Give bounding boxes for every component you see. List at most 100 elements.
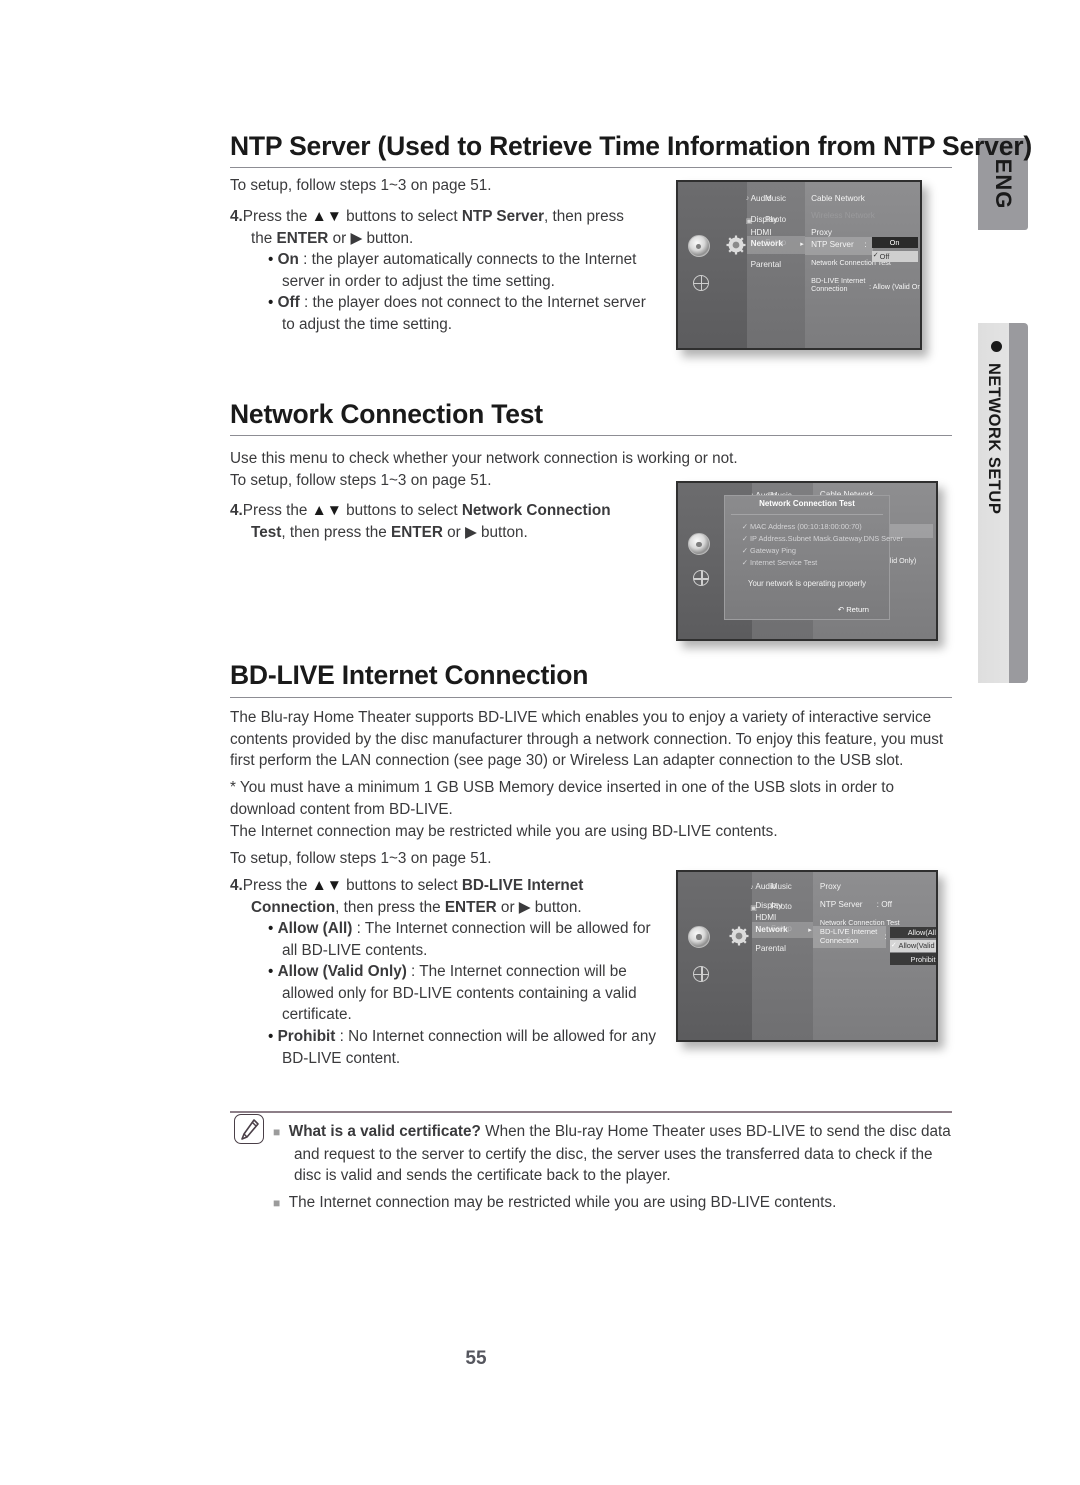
bdlive-bullet-allow-all-label: Allow (All) <box>277 920 353 937</box>
ntp-bullet-on-text: : the player automatically connects to t… <box>282 251 637 290</box>
bdlive-step-number: 4. <box>230 877 243 894</box>
bdlive-paragraph-2: * You must have a minimum 1 GB USB Memor… <box>230 779 895 818</box>
note-item-restricted: ■ The Internet connection may be restric… <box>273 1192 953 1215</box>
note-separator <box>230 1111 952 1113</box>
gear-icon <box>724 233 748 257</box>
manual-page: ENG NETWORK SETUP NTP Server (Used to Re… <box>0 0 1080 1485</box>
tv3-dropdown-option-prohibit[interactable]: Prohibit <box>889 953 936 966</box>
chevron-right-icon: ▸ <box>808 926 812 934</box>
bdlive-bullet-prohibit: • Prohibit : No Internet connection will… <box>268 1028 656 1067</box>
nct-step-4: 4.Press the ▲▼ buttons to select Network… <box>230 500 648 543</box>
tv3-dropdown-option-allow-all[interactable]: Allow(All) <box>889 926 936 939</box>
section-tab-network-setup: NETWORK SETUP <box>978 323 1028 683</box>
tv3-mid-parental: Parental <box>755 944 786 954</box>
ntp-step-text-b: buttons to select <box>341 208 462 225</box>
tv1-mid-parental: Parental <box>750 260 782 270</box>
check-icon: ✓ <box>741 522 748 532</box>
tv-screenshot-bdlive: ♪ Music ▣ Photo Setup Audio Display HDMI… <box>676 870 938 1042</box>
ntp-step-4: 4.Press the ▲▼ buttons to select NTP Ser… <box>230 206 648 249</box>
tv3-dropdown-option-allow-valid[interactable]: Allow(Valid Only) <box>889 940 936 952</box>
tv1-mid-audio: Audio <box>750 193 772 203</box>
ntp-step-text-d: or ▶ button. <box>328 229 414 247</box>
ntp-step-text-a: Press the <box>242 208 312 225</box>
pencil-note-icon <box>234 1114 264 1144</box>
updown-arrows-icon: ▲▼ <box>311 208 342 225</box>
heading-rule-ntp <box>230 167 952 168</box>
gear-icon <box>727 924 751 948</box>
ntp-intro-text: To setup, follow steps 1~3 on page 51. <box>230 177 492 194</box>
tv1-right-bdlive-value: : Allow (Valid Only) <box>869 281 922 291</box>
nct-step-text-a: Press the <box>242 502 312 519</box>
bdlive-paragraph-1: The Blu-ray Home Theater supports BD-LIV… <box>230 709 944 769</box>
music-note-icon: ♪ <box>745 195 750 203</box>
tv1-right-wireless-network: Wireless Network <box>811 211 875 221</box>
tv3-column-left <box>678 872 752 1040</box>
bullet-dot-icon <box>991 341 1002 352</box>
dialog-return-button[interactable]: ↶ Return <box>838 605 869 614</box>
note-item-certificate-bold: What is a valid certificate? <box>288 1123 481 1140</box>
ntp-step-number: 4. <box>230 208 243 225</box>
tv1-right-bdlive-label: BD-LIVE Internet Connection <box>811 275 866 294</box>
dialog-separator <box>731 514 883 516</box>
tv3-mid-network: Network <box>755 924 788 934</box>
check-icon: ✓ <box>872 252 879 260</box>
tv1-right-ntp-server: NTP Server <box>811 240 854 250</box>
ntp-bullet-off-label: Off <box>277 294 300 311</box>
updown-arrows-icon: ▲▼ <box>311 877 342 894</box>
dialog-check-internet: ✓ Internet Service Test <box>741 558 818 568</box>
note-item-certificate: ■ What is a valid certificate? When the … <box>273 1121 953 1187</box>
heading-rule-bdlive <box>230 697 952 698</box>
tv1-column-left <box>678 182 747 348</box>
music-note-icon: ♪ <box>750 883 754 891</box>
bdlive-step-bold-2: ENTER <box>444 898 497 916</box>
square-bullet-icon: ■ <box>273 1196 281 1210</box>
check-icon: ✓ <box>741 558 748 568</box>
page-number: 55 <box>465 1348 487 1369</box>
tv1-dropdown-option-on[interactable]: On <box>871 237 918 249</box>
tv3-column-mid <box>751 872 814 1040</box>
tv3-right-proxy: Proxy <box>819 882 841 892</box>
tv3-right-bdlive-label: BD-LIVE Internet Connection <box>819 927 878 946</box>
bdlive-bullet-prohibit-text: : No Internet connection will be allowed… <box>282 1028 656 1067</box>
tv1-mid-display: Display <box>750 215 778 225</box>
bdlive-step-text-b: buttons to select <box>341 877 462 894</box>
tv3-right-ntp-value: : Off <box>876 899 892 909</box>
nct-step-text-d: or ▶ button. <box>442 523 528 541</box>
ntp-step-bold-1: NTP Server <box>461 208 545 225</box>
check-icon: ✓ <box>890 941 897 949</box>
bdlive-bullet-allow-all: • Allow (All) : The Internet connection … <box>268 920 651 959</box>
nct-step-text-c: , then press the <box>281 523 392 541</box>
heading-network-connection-test: Network Connection Test <box>230 399 543 429</box>
bdlive-paragraph-3: The Internet connection may be restricte… <box>230 823 778 840</box>
nct-line-1: Use this menu to check whether your netw… <box>230 450 738 467</box>
bdlive-step-4: 4.Press the ▲▼ buttons to select BD-LIVE… <box>230 875 635 918</box>
dialog-status-message: Your network is operating properly <box>747 579 866 589</box>
tv1-mid-network: Network <box>750 239 783 249</box>
ntp-bullet-on-label: On <box>277 251 299 268</box>
bdlive-bullet-allow-valid-label: Allow (Valid Only) <box>277 963 407 980</box>
nct-step-number: 4. <box>230 502 243 519</box>
nct-step-text-b: buttons to select <box>341 502 462 519</box>
heading-ntp-server: NTP Server (Used to Retrieve Time Inform… <box>230 131 1032 161</box>
dialog-check-gateway: ✓ Gateway Ping <box>741 546 797 556</box>
dialog-check-ip: ✓ IP Address.Subnet Mask.Gateway.DNS Ser… <box>741 534 903 544</box>
tv1-right-cable-network: Cable Network <box>811 193 865 203</box>
updown-arrows-icon: ▲▼ <box>311 502 342 519</box>
bdlive-step-text-c: , then press the <box>335 898 445 916</box>
globe-icon <box>692 274 709 291</box>
ntp-bullet-off: • Off : the player does not connect to t… <box>268 294 646 333</box>
disc-icon <box>688 925 711 948</box>
check-icon: ✓ <box>741 546 748 556</box>
square-bullet-icon: ■ <box>273 1125 281 1139</box>
nct-line-2: To setup, follow steps 1~3 on page 51. <box>230 472 492 489</box>
nct-step-bold-2: ENTER <box>391 523 443 541</box>
bdlive-paragraph-4: To setup, follow steps 1~3 on page 51. <box>230 850 492 867</box>
note-item-restricted-text: The Internet connection may be restricte… <box>288 1194 837 1211</box>
ntp-bullet-off-text: : the player does not connect to the Int… <box>282 294 646 333</box>
dialog-check-mac: ✓ MAC Address (00:10:18:00:00:70) <box>741 522 862 532</box>
ntp-bullet-on: • On : the player automatically connects… <box>268 251 637 290</box>
chevron-right-icon: ▸ <box>800 241 804 249</box>
check-icon: ✓ <box>741 534 748 544</box>
bdlive-step-text-d: or ▶ button. <box>496 898 582 916</box>
tv-screenshot-ntp-server: ♪ Music ▣ Photo Setup Audio Display HDMI… <box>676 180 922 350</box>
